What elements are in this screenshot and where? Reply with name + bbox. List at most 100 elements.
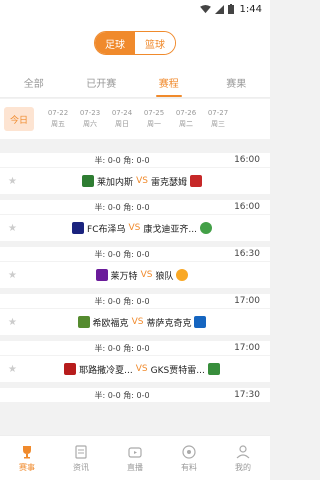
home-team-logo [82,175,95,187]
half-corner-score: 半: 0-0 角: 0-0 [94,155,150,165]
vs-label: VS [136,176,148,186]
away-team: 狼队 [155,271,174,282]
today-button[interactable]: 今日 [4,107,34,131]
signal-icon [214,4,224,14]
match-card[interactable]: 半: 0-0 角: 0-0 16:00 ★ FC布泽乌 VS 康戈迪亚齐... [0,200,270,241]
teams: 希欧福克 VS 蒂萨克奇克 [22,316,262,329]
half-corner-score: 半: 0-0 角: 0-0 [94,343,150,353]
star-icon[interactable]: ★ [8,270,22,281]
match-header: 半: 0-0 角: 0-0 16:30 [0,247,270,262]
away-team-logo [189,175,202,187]
teams: 莱万特 VS 狼队 [22,269,262,282]
date-text: 07-27 [207,109,229,117]
match-card[interactable]: 半: 0-0 角: 0-0 16:30 ★ 莱万特 VS 狼队 [0,247,270,288]
teams: FC布泽乌 VS 康戈迪亚齐... [22,222,262,235]
ball-icon [182,444,196,459]
match-card[interactable]: 半: 0-0 角: 0-0 17:00 ★ 耶路撒冷夏... VS GKS贾特雷… [0,341,270,382]
vs-label: VS [140,270,153,280]
half-corner-score: 半: 0-0 角: 0-0 [94,202,150,212]
match-header: 半: 0-0 角: 0-0 17:00 [0,341,270,356]
vs-label: VS [135,364,148,374]
match-header: 半: 0-0 角: 0-0 16:00 [0,200,270,215]
match-body: ★ 莱加内斯 VS 雷克瑟姆 [0,168,270,194]
status-time: 1:44 [239,3,262,15]
date-item[interactable]: 07-27 周三 [202,108,234,130]
nav-label: 赛事 [19,462,35,472]
weekday-text: 周一 [147,120,161,128]
match-time: 16:30 [234,249,260,259]
home-team-logo [95,269,108,281]
match-body: ★ 耶路撒冷夏... VS GKS贾特雷... [0,356,270,382]
news-icon [75,444,87,459]
match-card[interactable]: 半: 0-0 角: 0-0 17:30 [0,388,270,403]
teams: 莱加内斯 VS 雷克瑟姆 [22,175,262,188]
date-item[interactable]: 07-22 周五 [42,108,74,130]
tab-results[interactable]: 赛果 [203,68,271,97]
nav-live[interactable]: 直播 [108,436,162,480]
top-bar: 足球 篮球 [0,18,270,68]
home-team-logo [72,222,85,234]
date-item[interactable]: 07-24 周日 [106,108,138,130]
match-time: 16:00 [234,202,260,212]
match-list: 半: 0-0 角: 0-0 16:00 ★ 莱加内斯 VS 雷克瑟姆 半: 0-… [0,147,270,435]
tab-schedule[interactable]: 赛程 [135,68,203,97]
match-time: 17:30 [234,390,260,400]
toggle-football[interactable]: 足球 [95,32,135,54]
star-icon[interactable]: ★ [8,317,22,328]
date-item[interactable]: 07-26 周二 [170,108,202,130]
star-icon[interactable]: ★ [8,364,22,375]
star-icon[interactable]: ★ [8,176,22,187]
nav-events[interactable]: 赛事 [0,436,54,480]
live-icon [128,446,142,458]
match-time: 17:00 [234,296,260,306]
match-header: 半: 0-0 角: 0-0 16:00 [0,153,270,168]
date-text: 07-23 [79,109,101,117]
nav-label: 我的 [235,462,251,472]
nav-news[interactable]: 资讯 [54,436,108,480]
weekday-text: 周日 [115,120,129,128]
away-team-logo [207,363,220,375]
nav-label: 资讯 [73,462,89,472]
sport-toggle: 足球 篮球 [94,31,176,55]
date-text: 07-22 [47,109,69,117]
tab-all[interactable]: 全部 [0,68,68,97]
star-icon[interactable]: ★ [8,223,22,234]
match-card[interactable]: 半: 0-0 角: 0-0 17:00 ★ 希欧福克 VS 蒂萨克奇克 [0,294,270,335]
match-time: 17:00 [234,343,260,353]
home-team: 希欧福克 [92,318,129,329]
match-body: ★ 希欧福克 VS 蒂萨克奇克 [0,309,270,335]
battery-icon [227,4,234,14]
weekday-text: 周五 [51,120,65,128]
home-team-logo [77,316,90,328]
match-time: 16:00 [234,155,260,165]
date-item[interactable]: 07-25 周一 [138,108,170,130]
away-team: 康戈迪亚齐... [143,224,197,235]
date-text: 07-24 [111,109,133,117]
status-icons: 1:44 [199,3,262,15]
away-team-logo [176,269,189,281]
bottom-nav: 赛事 资讯 直播 有料 我的 [0,435,270,480]
date-item[interactable]: 07-23 周六 [74,108,106,130]
weekday-text: 周二 [179,120,193,128]
weekday-text: 周三 [211,120,225,128]
home-team: 莱加内斯 [97,177,134,188]
toggle-basketball[interactable]: 篮球 [135,32,175,54]
match-header: 半: 0-0 角: 0-0 17:00 [0,294,270,309]
vs-label: VS [131,317,144,327]
date-selector: 今日 07-22 周五 07-23 周六 07-24 周日 07-25 周一 07-26… [0,99,270,139]
match-card[interactable]: 半: 0-0 角: 0-0 16:00 ★ 莱加内斯 VS 雷克瑟姆 [0,153,270,194]
away-team-logo [194,316,207,328]
home-team-logo [64,363,77,375]
half-corner-score: 半: 0-0 角: 0-0 [94,296,150,306]
nav-label: 直播 [127,462,143,472]
nav-profile[interactable]: 我的 [216,436,270,480]
nav-label: 有料 [181,462,197,472]
tab-started[interactable]: 已开赛 [68,68,136,97]
nav-picks[interactable]: 有料 [162,436,216,480]
match-body: ★ 莱万特 VS 狼队 [0,262,270,288]
tab-bar: 全部 已开赛 赛程 赛果 [0,68,270,98]
teams: 耶路撒冷夏... VS GKS贾特雷... [22,363,262,376]
away-team: 雷克瑟姆 [150,177,187,188]
away-team: 蒂萨克奇克 [146,318,192,329]
vs-label: VS [128,223,141,233]
